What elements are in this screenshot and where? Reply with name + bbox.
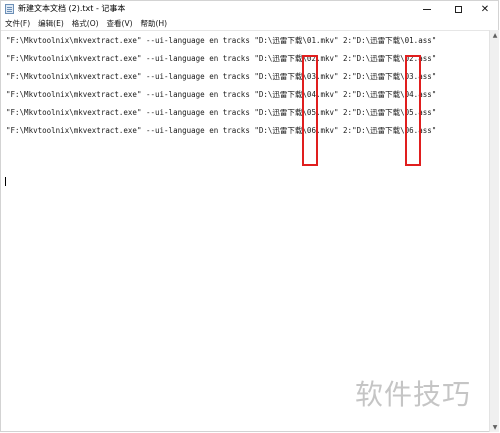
text-caret [5,177,6,186]
menu-bar: 文件(F) 编辑(E) 格式(O) 查看(V) 帮助(H) [1,17,498,30]
chevron-down-icon: ▼ [492,423,498,431]
menu-edit[interactable]: 编辑(E) [34,18,68,29]
vertical-scrollbar[interactable]: ▲ ▼ [489,30,499,432]
text-line: "F:\Mkvtoolnix\mkvextract.exe" --ui-lang… [6,54,437,63]
text-line: "F:\Mkvtoolnix\mkvextract.exe" --ui-lang… [6,108,437,117]
minimize-button[interactable] [412,1,442,17]
text-line: "F:\Mkvtoolnix\mkvextract.exe" --ui-lang… [6,126,437,135]
close-button[interactable]: ✕ [470,1,500,17]
title-bar[interactable]: 新建文本文档 (2).txt - 记事本 ✕ [1,1,498,17]
notepad-window: 新建文本文档 (2).txt - 记事本 ✕ 文件(F) 编辑(E) 格式(O)… [0,0,499,432]
scroll-down-button[interactable]: ▼ [490,422,500,432]
maximize-icon [454,5,462,13]
notepad-icon [5,4,14,14]
chevron-up-icon: ▲ [492,31,498,39]
highlight-box-mkv-numbers [302,55,318,166]
minimize-icon [423,8,431,10]
scroll-up-button[interactable]: ▲ [490,30,500,40]
text-line: "F:\Mkvtoolnix\mkvextract.exe" --ui-lang… [6,90,437,99]
text-line: "F:\Mkvtoolnix\mkvextract.exe" --ui-lang… [6,72,437,81]
maximize-button[interactable] [443,1,473,17]
highlight-box-ass-numbers [405,55,421,166]
watermark: 软件技巧 [355,378,472,411]
window-title: 新建文本文档 (2).txt - 记事本 [18,4,126,13]
menu-view[interactable]: 查看(V) [103,18,137,29]
menu-help[interactable]: 帮助(H) [137,18,172,29]
text-line: "F:\Mkvtoolnix\mkvextract.exe" --ui-lang… [6,36,437,45]
menu-format[interactable]: 格式(O) [68,18,103,29]
menu-file[interactable]: 文件(F) [1,18,34,29]
close-icon: ✕ [480,3,490,15]
